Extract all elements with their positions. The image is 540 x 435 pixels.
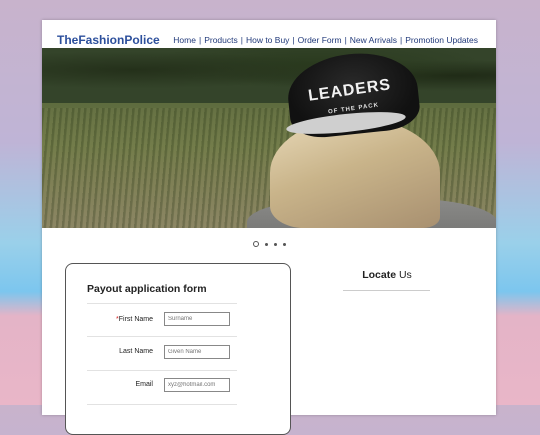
locate-us-heading: Locate Us bbox=[362, 269, 412, 281]
slider-dot-3[interactable] bbox=[273, 242, 277, 246]
hero-person-hair bbox=[270, 118, 440, 228]
nav-item-home[interactable]: Home bbox=[173, 35, 196, 45]
locate-us-divider bbox=[343, 290, 430, 291]
first-name-input[interactable] bbox=[164, 312, 230, 326]
hero-slider-image: LEADERS OF THE PACK bbox=[42, 48, 496, 228]
form-title: Payout application form bbox=[87, 283, 207, 295]
main-nav: Home | Products | How to Buy | Order For… bbox=[173, 35, 478, 45]
nav-separator: | bbox=[344, 35, 347, 45]
nav-separator: | bbox=[198, 35, 202, 45]
slider-dot-1[interactable] bbox=[252, 241, 259, 247]
nav-separator: | bbox=[240, 35, 243, 45]
nav-item-products[interactable]: Products bbox=[204, 35, 238, 45]
last-name-input[interactable] bbox=[164, 345, 230, 359]
payout-form-card: Payout application form *First Name Last… bbox=[65, 263, 291, 435]
first-name-label: *First Name bbox=[116, 316, 153, 323]
hero-trees-background bbox=[42, 48, 496, 103]
slider-dot-2[interactable] bbox=[264, 242, 268, 246]
site-header: TheFashionPolice Home | Products | How t… bbox=[42, 20, 496, 48]
nav-separator: | bbox=[400, 35, 403, 45]
nav-item-promotion-updates[interactable]: Promotion Updates bbox=[405, 35, 478, 45]
email-label: Email bbox=[135, 381, 153, 388]
form-divider bbox=[87, 370, 237, 371]
form-divider bbox=[87, 336, 237, 337]
form-divider bbox=[87, 303, 237, 304]
nav-separator: | bbox=[292, 35, 295, 45]
slider-dot-4[interactable] bbox=[282, 242, 286, 246]
slider-pagination bbox=[42, 239, 496, 249]
nav-item-order-form[interactable]: Order Form bbox=[298, 35, 342, 45]
last-name-label: Last Name bbox=[119, 348, 153, 355]
nav-item-how-to-buy[interactable]: How to Buy bbox=[246, 35, 289, 45]
site-logo[interactable]: TheFashionPolice bbox=[57, 33, 160, 47]
page-container: TheFashionPolice Home | Products | How t… bbox=[42, 20, 496, 435]
nav-item-new-arrivals[interactable]: New Arrivals bbox=[350, 35, 397, 45]
email-input[interactable] bbox=[164, 378, 230, 392]
